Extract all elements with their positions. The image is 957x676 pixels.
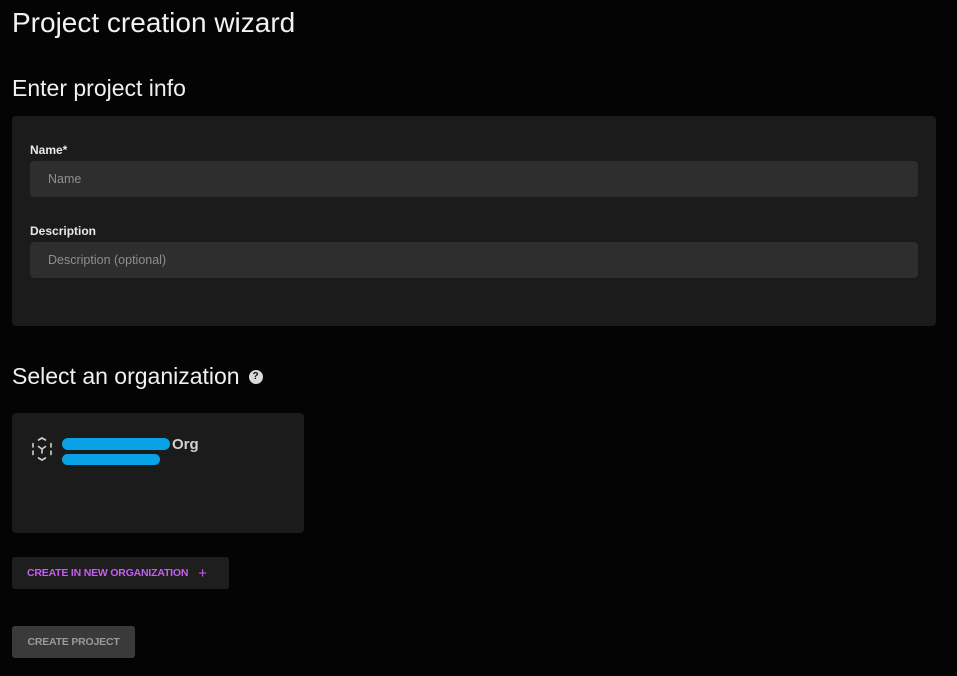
plus-icon: + <box>198 564 207 582</box>
name-label: Name* <box>30 143 68 157</box>
create-project-button[interactable]: CREATE PROJECT <box>12 626 135 658</box>
name-input[interactable] <box>30 161 918 197</box>
description-input[interactable] <box>30 242 918 278</box>
organization-heading-row: Select an organization ? <box>12 362 263 390</box>
dashed-cube-icon <box>32 437 52 461</box>
create-in-new-organization-button[interactable]: CREATE IN NEW ORGANIZATION + <box>12 557 229 589</box>
organization-heading: Select an organization <box>12 363 240 389</box>
help-icon[interactable]: ? <box>248 369 263 384</box>
organization-card[interactable]: Org <box>12 413 304 533</box>
create-project-label: CREATE PROJECT <box>27 636 120 648</box>
description-label: Description <box>30 224 97 238</box>
create-in-new-organization-label: CREATE IN NEW ORGANIZATION <box>27 567 189 579</box>
organization-name: Org <box>172 435 199 453</box>
organization-name-row: Org <box>62 435 199 453</box>
project-wizard-page: Project creation wizard Enter project in… <box>0 0 957 676</box>
redaction-mark <box>62 438 170 450</box>
project-info-heading: Enter project info <box>12 75 186 101</box>
redaction-mark <box>62 454 160 465</box>
project-info-card: Name* Description <box>12 116 936 326</box>
page-title: Project creation wizard <box>12 7 296 38</box>
